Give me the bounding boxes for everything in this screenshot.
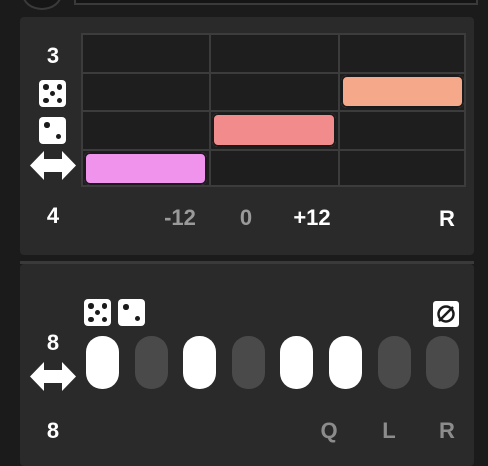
- five-dice-icon[interactable]: [84, 299, 111, 326]
- grid-line-horizontal: [81, 71, 466, 74]
- length-value[interactable]: 8: [38, 418, 68, 444]
- top-knob[interactable]: [22, 0, 62, 10]
- grid-line-horizontal: [81, 110, 466, 112]
- reset-rhythm-button[interactable]: R: [432, 418, 462, 444]
- block-mid-random[interactable]: [212, 113, 336, 147]
- steps-value[interactable]: 8: [38, 330, 68, 356]
- grid-line-horizontal: [81, 185, 466, 187]
- reset-button[interactable]: R: [434, 206, 460, 232]
- x-label-minus-12: -12: [164, 205, 196, 230]
- x-label-0: 0: [239, 205, 253, 230]
- block-high-random[interactable]: [340, 74, 464, 108]
- step-toggle-4[interactable]: [231, 336, 265, 389]
- step-toggle-7[interactable]: [377, 336, 411, 389]
- quantize-button[interactable]: Q: [314, 418, 344, 444]
- no-entry-icon[interactable]: [433, 301, 459, 327]
- top-bar[interactable]: [74, 0, 478, 5]
- block-low-shift[interactable]: [84, 151, 208, 185]
- octave-value[interactable]: 4: [38, 203, 68, 229]
- two-dice-icon[interactable]: [39, 117, 66, 144]
- step-toggle-5[interactable]: [280, 336, 314, 389]
- horizontal-arrows-icon[interactable]: [30, 149, 76, 182]
- loop-button[interactable]: L: [374, 418, 404, 444]
- grid-line-horizontal: [81, 33, 466, 35]
- row-count-value[interactable]: 3: [38, 43, 68, 69]
- step-toggle-2[interactable]: [134, 336, 168, 389]
- step-toggle-3[interactable]: [183, 336, 217, 389]
- step-toggle-8[interactable]: [426, 336, 460, 389]
- step-toggle-6[interactable]: [329, 336, 362, 389]
- grid-line-horizontal: [81, 148, 466, 151]
- x-label-plus-12: +12: [293, 205, 331, 230]
- horizontal-arrows-icon[interactable]: [30, 360, 76, 393]
- five-dice-icon[interactable]: [39, 80, 66, 107]
- two-dice-icon[interactable]: [118, 299, 145, 326]
- pitch-grid[interactable]: [81, 33, 466, 187]
- step-toggle-1[interactable]: [86, 336, 119, 389]
